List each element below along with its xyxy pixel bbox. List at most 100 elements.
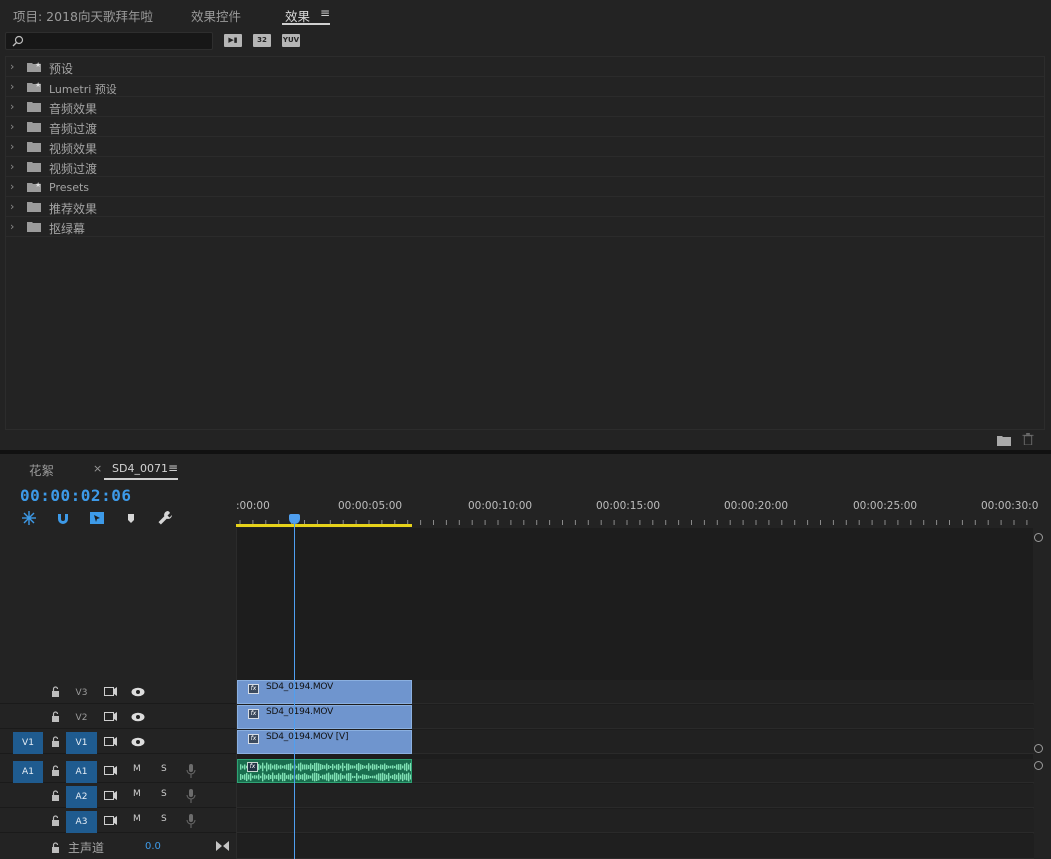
- waveform-sample: [348, 763, 350, 771]
- chevron-right-icon[interactable]: ›: [10, 200, 14, 213]
- folder-row-lumetri[interactable]: › ★ Lumetri 预设: [6, 77, 1044, 97]
- folder-row-video-transitions[interactable]: › 视频过渡: [6, 157, 1044, 177]
- video-clip[interactable]: fx SD4_0194.MOV: [237, 680, 412, 704]
- track-name[interactable]: V2: [66, 707, 97, 729]
- track-lane-a2[interactable]: [237, 784, 1034, 808]
- mute-button[interactable]: M: [133, 764, 141, 774]
- chevron-right-icon[interactable]: ›: [10, 140, 14, 153]
- tab-effect-controls[interactable]: 效果控件: [191, 6, 241, 25]
- track-lane-a3[interactable]: [237, 809, 1034, 833]
- folder-row-video-effects[interactable]: › 视频效果: [6, 137, 1044, 157]
- track-target-v1[interactable]: V1: [66, 732, 97, 754]
- track-lane-v2[interactable]: fx SD4_0194.MOV: [237, 705, 1034, 729]
- tab-sequence-sd4[interactable]: SD4_0071: [112, 462, 168, 475]
- lock-icon[interactable]: [51, 711, 60, 722]
- chevron-right-icon[interactable]: ›: [10, 180, 14, 193]
- chevron-right-icon[interactable]: ›: [10, 100, 14, 113]
- source-patch-v1[interactable]: V1: [13, 732, 43, 754]
- trash-icon[interactable]: [1021, 433, 1035, 445]
- lock-icon[interactable]: [51, 815, 60, 826]
- folder-row-audio-effects[interactable]: › 音频效果: [6, 97, 1044, 117]
- microphone-icon[interactable]: [186, 764, 196, 778]
- track-name[interactable]: V3: [66, 682, 97, 704]
- lock-icon[interactable]: [51, 765, 60, 776]
- eye-icon[interactable]: [131, 737, 145, 747]
- lock-icon[interactable]: [51, 686, 60, 697]
- chevron-right-icon[interactable]: ›: [10, 120, 14, 133]
- toggle-sync-lock-icon[interactable]: [104, 815, 118, 826]
- go-to-end-icon[interactable]: [216, 840, 229, 852]
- ruler-label: 00:00:15:00: [596, 500, 661, 512]
- track-target-a1[interactable]: A1: [66, 761, 97, 783]
- toggle-sync-lock-icon[interactable]: [104, 686, 118, 697]
- yuv-effects-icon[interactable]: YUV: [282, 34, 300, 47]
- nest-sequence-icon[interactable]: [21, 510, 37, 526]
- toggle-sync-lock-icon[interactable]: [104, 736, 118, 747]
- panel-menu-icon[interactable]: ≡: [320, 6, 330, 20]
- vertical-zoom-scrollbar[interactable]: [1033, 532, 1051, 859]
- lock-icon[interactable]: [51, 842, 60, 853]
- chevron-right-icon[interactable]: ›: [10, 160, 14, 173]
- waveform-sample: [342, 762, 344, 772]
- video-clip[interactable]: fx SD4_0194.MOV: [237, 705, 412, 729]
- folder-row-green-screen[interactable]: › 抠绿幕: [6, 217, 1044, 237]
- chevron-right-icon[interactable]: ›: [10, 220, 14, 233]
- clip-name: SD4_0194.MOV: [266, 707, 334, 717]
- search-input[interactable]: [5, 32, 213, 50]
- linked-selection-icon[interactable]: [89, 510, 105, 526]
- add-marker-icon[interactable]: [123, 510, 139, 526]
- new-bin-icon[interactable]: [997, 434, 1011, 446]
- source-patch-a1[interactable]: A1: [13, 761, 43, 783]
- microphone-icon[interactable]: [186, 789, 196, 803]
- track-target-a3[interactable]: A3: [66, 811, 97, 833]
- track-lane-v1[interactable]: fx SD4_0194.MOV [V]: [237, 730, 1034, 754]
- microphone-icon[interactable]: [186, 814, 196, 828]
- eye-icon[interactable]: [131, 712, 145, 722]
- snap-magnet-icon[interactable]: [55, 510, 71, 526]
- video-clip[interactable]: fx SD4_0194.MOV [V]: [237, 730, 412, 754]
- mute-button[interactable]: M: [133, 789, 141, 799]
- tab-project[interactable]: 项目: 2018向天歌拜年啦: [13, 6, 153, 25]
- close-icon[interactable]: ×: [93, 462, 102, 475]
- wrench-settings-icon[interactable]: [157, 510, 173, 526]
- time-ruler[interactable]: :00:00 00:00:05:00 00:00:10:00 00:00:15:…: [236, 492, 1038, 528]
- playhead-line[interactable]: [294, 516, 295, 859]
- active-tab-indicator: [104, 478, 178, 480]
- folder-row-recommended[interactable]: › 推荐效果: [6, 197, 1044, 217]
- eye-icon[interactable]: [131, 687, 145, 697]
- track-lane-v3[interactable]: fx SD4_0194.MOV: [237, 680, 1034, 704]
- solo-button[interactable]: S: [161, 814, 167, 824]
- master-volume-value[interactable]: 0.0: [145, 841, 161, 852]
- panel-menu-icon[interactable]: ≡: [168, 461, 178, 475]
- chevron-right-icon[interactable]: ›: [10, 60, 14, 73]
- waveform-sample: [266, 775, 268, 779]
- waveform-sample: [340, 773, 342, 781]
- solo-button[interactable]: S: [161, 764, 167, 774]
- tracks-area[interactable]: fx SD4_0194.MOV fx SD4_0194.MOV fx SD4_0…: [236, 528, 1034, 859]
- playhead-timecode[interactable]: 00:00:02:06: [20, 486, 131, 505]
- track-lane-a1[interactable]: fx: [237, 759, 1034, 783]
- lock-icon[interactable]: [51, 736, 60, 747]
- toggle-sync-lock-icon[interactable]: [104, 765, 118, 776]
- mute-button[interactable]: M: [133, 814, 141, 824]
- audio-clip[interactable]: fx: [237, 759, 412, 783]
- scroll-knob-top[interactable]: [1034, 533, 1043, 542]
- work-area-bar[interactable]: [236, 524, 412, 527]
- folder-row-presets[interactable]: › ★ 预设: [6, 57, 1044, 77]
- scroll-knob-middle[interactable]: [1034, 744, 1043, 753]
- folder-row-presets-en[interactable]: › ★ Presets: [6, 177, 1044, 197]
- chevron-right-icon[interactable]: ›: [10, 80, 14, 93]
- lock-icon[interactable]: [51, 790, 60, 801]
- folder-label: 音频过渡: [49, 122, 98, 136]
- toggle-sync-lock-icon[interactable]: [104, 711, 118, 722]
- accelerated-effects-icon[interactable]: ▶▮: [224, 34, 242, 47]
- waveform-sample: [252, 775, 254, 779]
- waveform-sample: [370, 765, 372, 769]
- solo-button[interactable]: S: [161, 789, 167, 799]
- folder-row-audio-transitions[interactable]: › 音频过渡: [6, 117, 1044, 137]
- toggle-sync-lock-icon[interactable]: [104, 790, 118, 801]
- track-target-a2[interactable]: A2: [66, 786, 97, 808]
- scroll-knob-audio[interactable]: [1034, 761, 1043, 770]
- 32-bit-color-icon[interactable]: 32: [253, 34, 271, 47]
- tab-sequence-huaxu[interactable]: 花絮: [29, 460, 54, 479]
